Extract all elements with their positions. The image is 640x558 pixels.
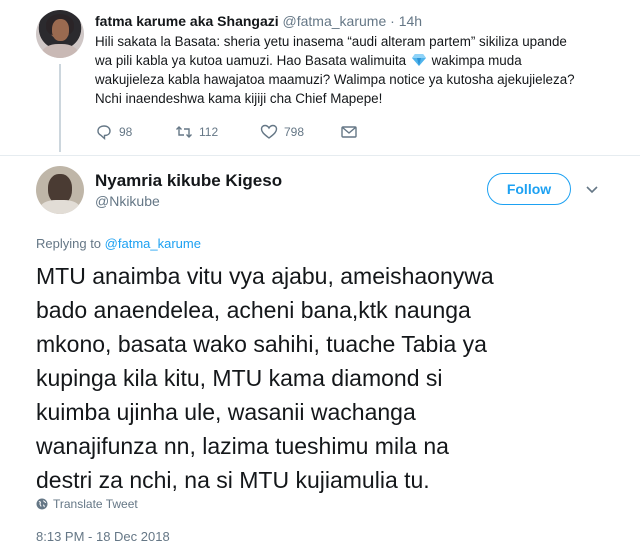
- translate-tweet-label: Translate Tweet: [53, 497, 138, 511]
- reply-icon: [97, 125, 111, 140]
- envelope-icon: [341, 126, 357, 138]
- chevron-down-icon[interactable]: [584, 181, 600, 197]
- parent-tweet-text: Hili sakata la Basata: sheria yetu inase…: [95, 32, 615, 108]
- globe-icon: [36, 498, 48, 510]
- parent-timestamp[interactable]: 14h: [399, 13, 422, 29]
- tweet-text-line: destri za nchi, na si MTU kujiamulia tu.: [36, 467, 430, 493]
- parent-avatar[interactable]: [36, 10, 84, 58]
- reply-button[interactable]: 98: [95, 124, 132, 140]
- tweet-text-line: MTU anaimba vitu vya ajabu, ameishaonywa: [36, 263, 494, 289]
- replying-to-link[interactable]: @fatma_karume: [105, 236, 201, 251]
- reply-count: 98: [119, 125, 133, 139]
- parent-header: fatma karume aka Shangazi @fatma_karume …: [95, 13, 422, 29]
- tweet-text-line: mkono, basata wako sahihi, tuache Tabia …: [36, 331, 487, 357]
- heart-icon: [260, 124, 278, 139]
- parent-text-segment: wa pili kabla ya kutoa uamuzi. Hao Basat…: [95, 53, 407, 68]
- parent-text-line: Nchi inaendeshwa kama kijiji cha Chief M…: [95, 91, 383, 106]
- retweet-icon: [176, 126, 192, 138]
- retweet-count: 112: [199, 125, 219, 139]
- parent-text-line: Hili sakata la Basata: sheria yetu inase…: [95, 34, 567, 49]
- parent-text-line: wa pili kabla ya kutoa uamuzi. Hao Basat…: [95, 51, 615, 70]
- tweet-text-line: kupinga kila kitu, MTU kama diamond si: [36, 365, 443, 391]
- tweet-text: MTU anaimba vitu vya ajabu, ameishaonywa…: [36, 259, 611, 497]
- parent-author-name[interactable]: fatma karume aka Shangazi: [95, 13, 279, 29]
- author-avatar[interactable]: [36, 166, 84, 214]
- gem-stone-icon: [411, 54, 426, 66]
- retweet-button[interactable]: 112: [175, 124, 218, 140]
- like-count: 798: [284, 125, 305, 139]
- replying-to-prefix: Replying to: [36, 236, 102, 251]
- direct-message-button[interactable]: [340, 124, 358, 140]
- main-tweet: Nyamria kikube Kigeso @Nkikube Follow Re…: [0, 155, 640, 558]
- follow-button[interactable]: Follow: [487, 173, 571, 205]
- separator-dot: ·: [390, 13, 395, 29]
- parent-tweet[interactable]: fatma karume aka Shangazi @fatma_karume …: [0, 0, 640, 155]
- tweet-text-line: kuimba ujinha ule, wasanii wachanga: [36, 399, 416, 425]
- tweet-text-line: bado anaendelea, acheni bana,ktk naunga: [36, 297, 471, 323]
- translate-tweet-link[interactable]: Translate Tweet: [36, 497, 138, 511]
- tweet-text-line: wanajifunza nn, lazima tueshimu mila na: [36, 433, 449, 459]
- replying-to-line: Replying to @fatma_karume: [36, 236, 201, 251]
- like-button[interactable]: 798: [260, 124, 304, 140]
- author-handle[interactable]: @Nkikube: [95, 193, 160, 209]
- thread-connector-line: [59, 64, 61, 152]
- tweet-timestamp[interactable]: 8:13 PM - 18 Dec 2018: [36, 529, 170, 544]
- parent-author-handle[interactable]: @fatma_karume: [283, 13, 387, 29]
- author-name[interactable]: Nyamria kikube Kigeso: [95, 171, 282, 191]
- parent-text-line: wakujieleza kabla hawajatoa maamuzi? Wal…: [95, 72, 575, 87]
- parent-text-segment: wakimpa muda: [431, 53, 522, 68]
